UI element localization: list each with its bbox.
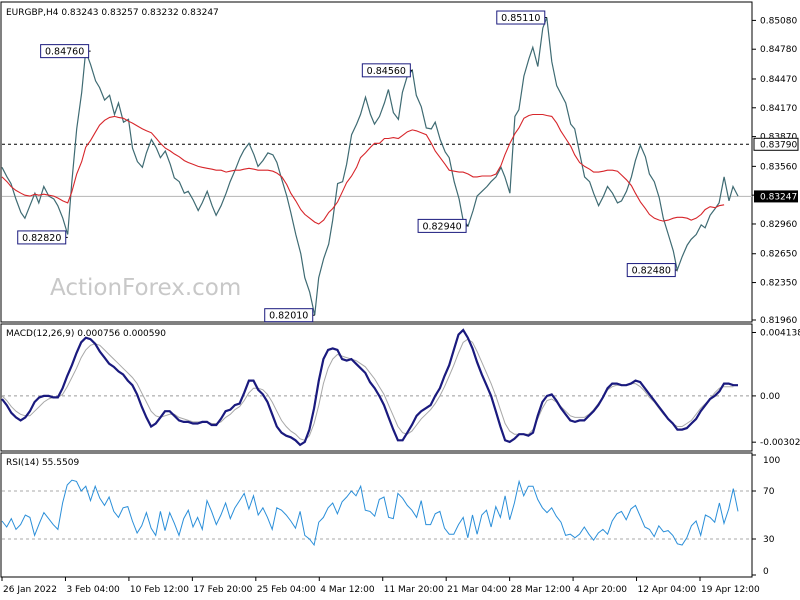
swing-label-text: 0.84560 <box>367 66 406 77</box>
price-y-tick-label: 0.82350 <box>760 279 797 289</box>
x-tick-label: 12 Apr 04:00 <box>638 585 697 595</box>
swing-label-1: 0.82820 <box>17 230 68 245</box>
price-y-tick-label: 0.85080 <box>760 16 797 26</box>
x-tick-label: 21 Mar 04:00 <box>447 585 507 595</box>
swing-label-text: 0.82820 <box>22 233 61 244</box>
x-tick-label: 25 Feb 04:00 <box>257 585 316 595</box>
swing-label-5: 0.85110 <box>496 10 547 25</box>
price-y-tick-label: 0.82960 <box>760 220 797 230</box>
swing-label-text: 0.82480 <box>632 266 671 277</box>
price-y-tick-label: 0.84780 <box>760 45 797 55</box>
current-price-label: 0.83247 <box>754 190 798 203</box>
watermark: ActionForex.com <box>50 275 241 301</box>
x-tick-label: 10 Feb 12:00 <box>130 585 189 595</box>
swing-label-4: 0.82940 <box>417 218 469 233</box>
rsi-y-tick-label: 30 <box>763 535 775 545</box>
rsi-title: RSI(14) 55.5509 <box>6 458 79 468</box>
dashed-level-label: 0.83790 <box>753 137 799 151</box>
dashed-level-text: 0.83790 <box>760 140 797 150</box>
price-y-tick-label: 0.84470 <box>760 75 797 85</box>
swing-label-3: 0.84560 <box>361 63 413 78</box>
rsi-y-tick-label: 0 <box>763 567 769 577</box>
macd-y-tick-label: 0.004138 <box>760 328 800 338</box>
swing-label-0: 0.84760 <box>40 44 91 59</box>
current-price-text: 0.83247 <box>760 192 797 202</box>
price-y-tick-label: 0.83560 <box>760 162 797 172</box>
x-tick-label: 17 Feb 20:00 <box>193 585 252 595</box>
rsi-y-tick-label: 100 <box>763 456 780 466</box>
swing-label-text: 0.82940 <box>422 221 461 232</box>
price-title: EURGBP,H4 0.83243 0.83257 0.83232 0.8324… <box>6 8 219 18</box>
x-tick-label: 28 Mar 12:00 <box>511 585 571 595</box>
price-y-tick-label: 0.84170 <box>760 104 797 114</box>
price-y-tick-label: 0.82650 <box>760 250 797 260</box>
chart-canvas: ActionForex.com EURGBP,H4 0.83243 0.8325… <box>0 0 800 600</box>
swing-label-text: 0.82010 <box>269 311 308 322</box>
x-tick-label: 4 Apr 20:00 <box>574 585 627 595</box>
x-tick-label: 26 Jan 2022 <box>3 585 57 595</box>
x-tick-label: 3 Feb 04:00 <box>66 585 120 595</box>
rsi-y-tick-label: 70 <box>763 487 775 497</box>
macd-y-tick-label: -0.00302 <box>760 438 800 448</box>
x-tick-label: 19 Apr 12:00 <box>701 585 760 595</box>
macd-y-tick-label: 0.00 <box>760 392 780 402</box>
price-y-tick-label: 0.81960 <box>760 316 797 326</box>
x-tick-label: 4 Mar 12:00 <box>320 585 375 595</box>
swing-label-text: 0.85110 <box>501 13 540 24</box>
swing-label-6: 0.82480 <box>626 263 678 278</box>
x-tick-label: 11 Mar 20:00 <box>384 585 444 595</box>
swing-label-2: 0.82010 <box>264 308 315 323</box>
swing-label-text: 0.84760 <box>45 47 84 58</box>
